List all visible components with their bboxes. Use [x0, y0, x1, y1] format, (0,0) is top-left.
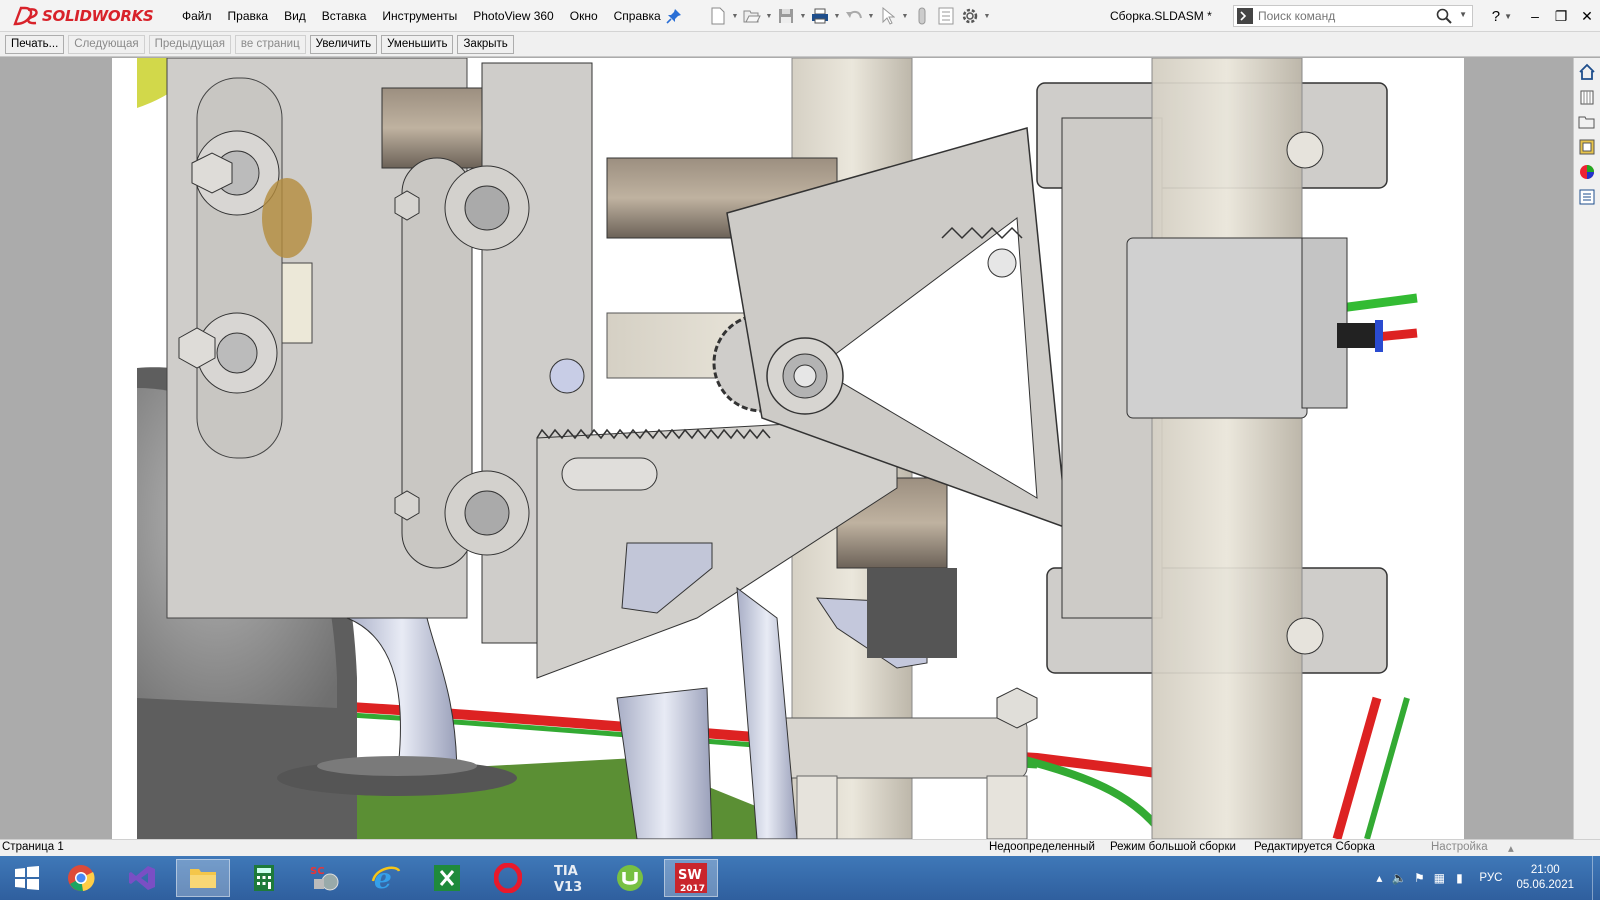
menu-bar: Файл Правка Вид Вставка Инструменты Phot…: [174, 0, 669, 32]
status-page: Страница 1: [2, 841, 64, 853]
calculator-icon[interactable]: [237, 859, 291, 897]
tray-overflow-icon[interactable]: ▴: [1369, 871, 1389, 885]
show-desktop-button[interactable]: [1592, 856, 1600, 900]
pin-menu-icon[interactable]: [666, 8, 682, 24]
action-center-flag-icon[interactable]: ⚑: [1409, 871, 1429, 885]
next-page-button[interactable]: Следующая: [68, 34, 145, 54]
network-icon[interactable]: ▦: [1429, 871, 1449, 885]
step7-icon[interactable]: SC: [298, 859, 352, 897]
tia-portal-icon[interactable]: TIA V13: [542, 859, 596, 897]
clock-date: 05.06.2021: [1516, 879, 1574, 891]
design-library-icon[interactable]: [1576, 86, 1598, 108]
appearances-icon[interactable]: [1576, 161, 1598, 183]
file-explorer-icon[interactable]: [176, 859, 230, 897]
status-definition: Недоопределенный: [989, 841, 1095, 853]
all-pages-button[interactable]: ве страниц: [234, 34, 306, 54]
new-document-icon[interactable]: [707, 5, 729, 27]
status-bar: Страница 1 Недоопределенный Режим большо…: [0, 839, 1600, 856]
menu-help[interactable]: Справка: [606, 0, 669, 32]
system-tray: ▴ 🔈 ⚑ ▦ ▮ РУС 21:00 05.06.2021: [1369, 856, 1586, 900]
svg-text:SW: SW: [678, 868, 702, 883]
svg-text:V13: V13: [554, 880, 582, 895]
minimize-button[interactable]: –: [1522, 0, 1548, 32]
menu-tools[interactable]: Инструменты: [374, 0, 465, 32]
brand-name: SOLIDWORKS: [42, 7, 154, 25]
print-button[interactable]: Печать...: [5, 34, 65, 54]
close-preview-button[interactable]: Закрыть: [457, 34, 514, 54]
menu-window[interactable]: Окно: [562, 0, 606, 32]
ds-logo-icon: [13, 6, 38, 26]
chevron-down-icon[interactable]: ▼: [799, 13, 807, 20]
task-pane: [1573, 58, 1600, 839]
windows-start-icon[interactable]: [0, 859, 54, 897]
file-properties-icon[interactable]: [935, 5, 957, 27]
window-controls: ? ▼ – ❐ ✕: [1488, 0, 1600, 32]
custom-properties-icon[interactable]: [1576, 186, 1598, 208]
internet-explorer-icon[interactable]: e: [359, 859, 413, 897]
svg-text:2017: 2017: [680, 884, 705, 894]
close-button[interactable]: ✕: [1574, 0, 1600, 32]
open-folder-icon[interactable]: [741, 5, 763, 27]
quick-access-toolbar: ▼ ▼ ▼ ▼ ▼ ▼ ▼: [707, 3, 991, 29]
clock-time: 21:00: [1530, 864, 1560, 876]
select-cursor-icon[interactable]: [877, 5, 899, 27]
chevron-down-icon[interactable]: ▼: [983, 13, 991, 20]
menu-photoview[interactable]: PhotoView 360: [465, 0, 562, 32]
opera-icon[interactable]: [481, 859, 535, 897]
solidworks-2017-icon[interactable]: SW 2017: [664, 859, 718, 897]
visual-studio-icon[interactable]: [115, 859, 169, 897]
undo-icon[interactable]: [843, 5, 865, 27]
status-editing: Редактируется Сборка: [1254, 841, 1375, 853]
solidworks-logo[interactable]: SOLIDWORKS: [12, 4, 154, 28]
menu-file[interactable]: Файл: [174, 0, 220, 32]
chevron-down-icon[interactable]: ▼: [765, 13, 773, 20]
svg-text:SC: SC: [310, 866, 325, 877]
language-indicator[interactable]: РУС: [1479, 872, 1502, 884]
svg-text:TIA: TIA: [554, 864, 578, 879]
chevron-down-icon[interactable]: ▼: [901, 13, 909, 20]
status-mode: Режим большой сборки: [1110, 841, 1236, 853]
print-icon[interactable]: [809, 5, 831, 27]
chevron-down-icon[interactable]: ▼: [1459, 10, 1467, 19]
command-search-box[interactable]: ▼: [1233, 5, 1473, 27]
utorrent-icon[interactable]: [603, 859, 657, 897]
print-preview-workspace: [0, 58, 1573, 839]
view-palette-icon[interactable]: [1576, 136, 1598, 158]
command-prompt-icon: [1237, 8, 1253, 24]
windows-taskbar: SC e TIA V13 SW 2017 ▴ 🔈 ⚑ ▦ ▮ РУС 21:00 0…: [0, 856, 1600, 900]
chevron-down-icon[interactable]: ▼: [731, 13, 739, 20]
save-icon[interactable]: [775, 5, 797, 27]
title-bar: SOLIDWORKS Файл Правка Вид Вставка Инстр…: [0, 0, 1600, 32]
restore-button[interactable]: ❐: [1548, 0, 1574, 32]
status-arrow-icon[interactable]: ▴: [1508, 841, 1514, 855]
menu-edit[interactable]: Правка: [220, 0, 277, 32]
volume-icon[interactable]: 🔈: [1389, 871, 1409, 885]
chrome-icon[interactable]: [54, 859, 108, 897]
options-gear-icon[interactable]: [959, 5, 981, 27]
clock[interactable]: 21:00 05.06.2021: [1516, 863, 1574, 893]
rebuild-icon[interactable]: [911, 5, 933, 27]
document-title: Сборка.SLDASM *: [1110, 9, 1212, 23]
help-button[interactable]: ?: [1488, 8, 1504, 25]
command-search-input[interactable]: [1258, 9, 1428, 23]
chevron-down-icon[interactable]: ▼: [833, 13, 841, 20]
previous-page-button[interactable]: Предыдущая: [148, 34, 231, 54]
signal-bars-icon[interactable]: ▮: [1449, 871, 1469, 885]
print-preview-toolbar: Печать... Следующая Предыдущая ве страни…: [0, 32, 1600, 57]
menu-view[interactable]: Вид: [276, 0, 314, 32]
excel-icon[interactable]: [420, 859, 474, 897]
zoom-out-button[interactable]: Уменьшить: [381, 34, 454, 54]
home-icon[interactable]: [1576, 61, 1598, 83]
zoom-in-button[interactable]: Увеличить: [309, 34, 378, 54]
status-settings[interactable]: Настройка: [1431, 841, 1488, 853]
preview-page[interactable]: [112, 58, 1464, 839]
search-icon[interactable]: [1436, 8, 1452, 24]
chevron-down-icon[interactable]: ▼: [1504, 12, 1522, 21]
chevron-down-icon[interactable]: ▼: [867, 13, 875, 20]
menu-insert[interactable]: Вставка: [314, 0, 375, 32]
file-explorer-icon[interactable]: [1576, 111, 1598, 133]
assembly-render: [137, 58, 1418, 839]
